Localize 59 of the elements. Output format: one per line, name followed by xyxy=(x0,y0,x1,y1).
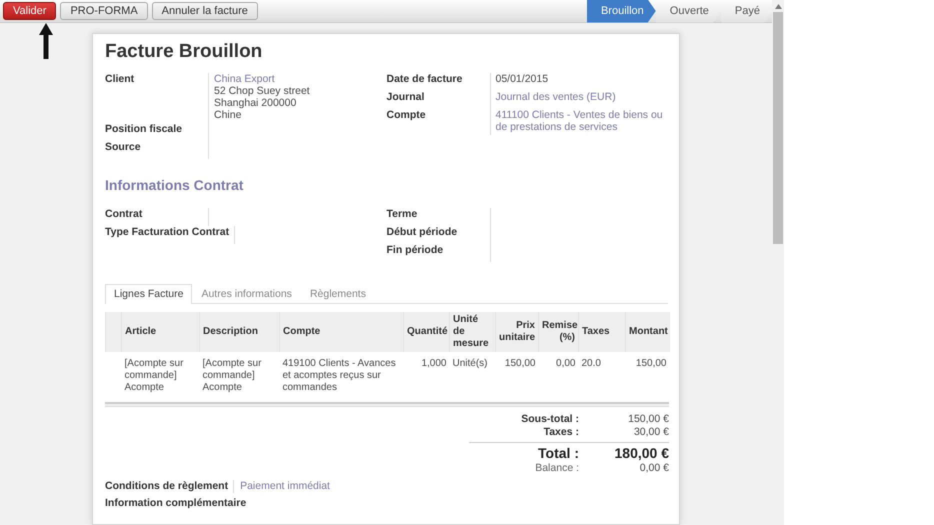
column-header[interactable]: Prix unitaire xyxy=(496,312,538,352)
field-link[interactable]: Paiement immédiat xyxy=(234,480,330,493)
table-cell: 150,00 xyxy=(496,352,538,402)
tab[interactable]: Autres informations xyxy=(192,284,301,304)
field-label: Contrat xyxy=(105,208,144,222)
scrollbar-thumb[interactable] xyxy=(773,12,783,244)
total-label: Balance : xyxy=(534,462,580,475)
field-label: Compte xyxy=(386,109,427,123)
total-label: Sous-total : xyxy=(520,413,580,426)
column-header[interactable]: Article xyxy=(122,312,200,352)
invoice-title: Facture Brouillon xyxy=(105,41,264,63)
field-value: Shanghai 200000 xyxy=(214,97,298,109)
handle-column-header xyxy=(106,312,122,352)
field-value: Chine xyxy=(214,109,242,121)
total-label: Taxes : xyxy=(542,426,580,439)
table-cell: 0,00 xyxy=(538,352,578,402)
field-label: Journal xyxy=(386,91,426,105)
total-label: Total : xyxy=(537,445,580,462)
table-cell: [Acompte sur commande] Acompte xyxy=(122,352,200,402)
total-value: 30,00 € xyxy=(632,426,669,439)
up-arrow-icon xyxy=(39,23,53,59)
field-label: Position fiscale xyxy=(105,123,184,137)
field-link[interactable]: China Export xyxy=(214,73,386,85)
table-cell: 1,000 xyxy=(404,352,450,402)
field-label: Type Facturation Contrat xyxy=(105,226,230,240)
column-header[interactable]: Remise (%) xyxy=(538,312,578,352)
column-header[interactable]: Compte xyxy=(280,312,404,352)
field-value: 52 Chop Suey street xyxy=(214,85,311,97)
tab[interactable]: Lignes Facture xyxy=(105,284,192,304)
column-header[interactable]: Unité de mesure xyxy=(450,312,496,352)
validate-button[interactable]: Valider xyxy=(3,2,56,20)
field-label: Date de facture xyxy=(386,73,464,87)
table-cell: [Acompte sur commande] Acompte xyxy=(200,352,280,402)
column-header[interactable]: Description xyxy=(200,312,280,352)
field-label: Fin période xyxy=(386,244,444,258)
total-value: 150,00 € xyxy=(627,413,669,426)
total-value: 180,00 € xyxy=(614,445,669,462)
toolbar-button[interactable]: Annuler la facture xyxy=(152,2,258,20)
field-label: Début période xyxy=(386,226,458,240)
column-header[interactable]: Quantité xyxy=(404,312,450,352)
column-header[interactable]: Taxes xyxy=(578,312,626,352)
table-cell: Unité(s) xyxy=(450,352,496,402)
field-label: Conditions de règlement xyxy=(105,480,234,493)
table-cell: 150,00 xyxy=(626,352,670,402)
field-label: Client xyxy=(105,73,136,87)
field-label: Information complémentaire xyxy=(105,497,248,510)
status-step[interactable]: Brouillon xyxy=(586,0,656,22)
toolbar-button[interactable]: PRO-FORMA xyxy=(60,2,148,20)
total-value: 0,00 € xyxy=(638,462,669,475)
table-cell: 20.0 xyxy=(578,352,626,402)
tab[interactable]: Règlements xyxy=(300,284,375,304)
field-value: 05/01/2015 xyxy=(496,73,550,85)
field-link[interactable]: Journal des ventes (EUR) xyxy=(496,91,668,103)
table-cell: 419100 Clients - Avances et acomptes reçus sur commandes xyxy=(280,352,404,402)
section-title: Informations Contrat xyxy=(105,177,244,194)
field-label: Terme xyxy=(386,208,418,222)
field-label: Source xyxy=(105,141,142,155)
column-header[interactable]: Montant xyxy=(626,312,670,352)
field-link[interactable]: 411100 Clients - Ventes de biens ou de prestations de services xyxy=(496,109,668,133)
